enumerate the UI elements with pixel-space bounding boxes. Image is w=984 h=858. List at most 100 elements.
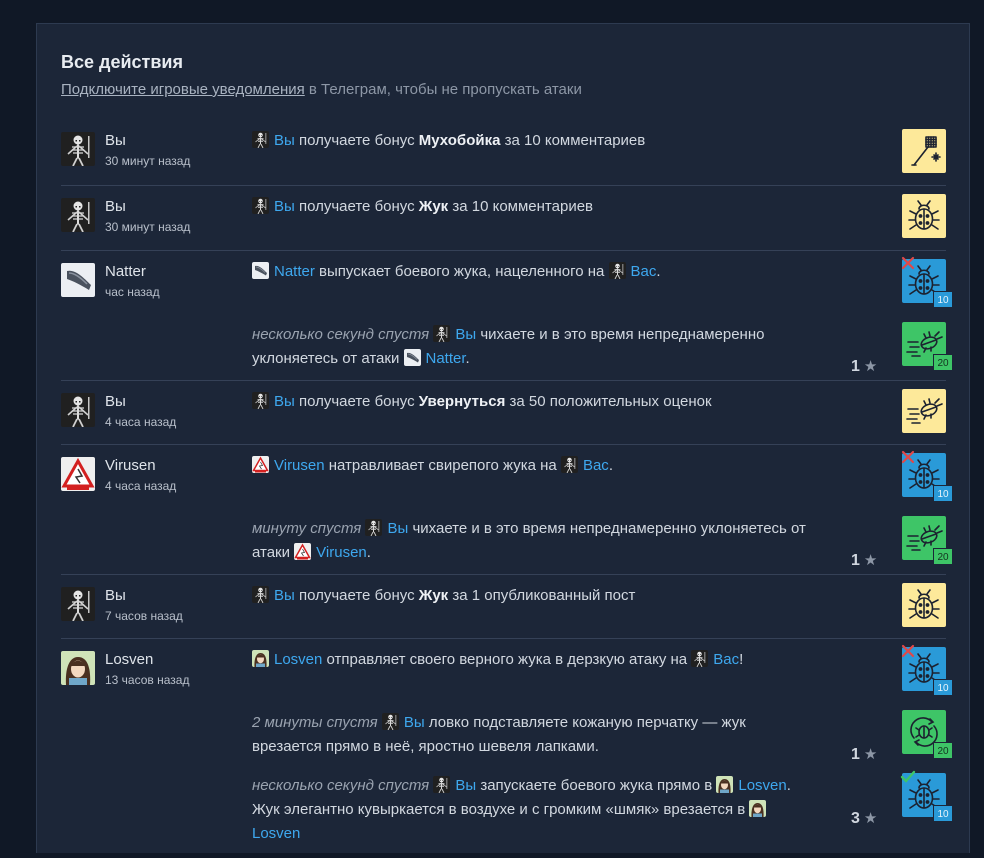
user-name[interactable]: Вы <box>105 393 176 411</box>
count-badge: 10 <box>933 805 953 822</box>
activity-sub-message: несколько секунд спустя Вы чихаете и в э… <box>252 326 765 367</box>
avatar[interactable] <box>61 457 95 491</box>
count-badge: 10 <box>933 485 953 502</box>
failed-x-icon <box>901 450 915 464</box>
dodge-tile[interactable]: 20 <box>902 516 953 565</box>
activity-message: Natter выпускает боевого жука, нацеленно… <box>252 260 812 284</box>
user-link[interactable]: Вы <box>455 326 476 343</box>
rating-score: 1 ★ <box>851 746 878 763</box>
user-link[interactable]: Вы <box>274 393 295 410</box>
user-link[interactable]: Вы <box>274 132 295 149</box>
success-check-icon <box>900 770 916 783</box>
rating-score: 1 ★ <box>851 552 878 569</box>
user-name[interactable]: Вы <box>105 132 190 150</box>
activity-panel: Все действия Подключите игровые уведомле… <box>36 23 970 853</box>
activity-message: Вы получаете бонус Жук за 1 опубликованн… <box>252 584 812 608</box>
avatar[interactable] <box>61 263 95 297</box>
activity-row: Natter час назад Natter выпускает боевог… <box>61 250 953 380</box>
star-icon: ★ <box>863 358 878 375</box>
user-link[interactable]: Вы <box>387 520 408 537</box>
user-name[interactable]: Natter <box>105 263 160 281</box>
panel-header: Все действия Подключите игровые уведомле… <box>61 52 582 98</box>
count-badge: 20 <box>933 354 953 371</box>
avatar[interactable] <box>61 198 95 232</box>
attack-beetle-tile[interactable]: 10 <box>901 256 953 308</box>
user-block: Вы 30 минут назад <box>61 132 190 168</box>
user-link[interactable]: Вы <box>274 587 295 604</box>
star-icon: ★ <box>863 552 878 569</box>
target-link[interactable]: Вас <box>631 263 657 280</box>
user-name[interactable]: Losven <box>105 651 189 669</box>
page-title: Все действия <box>61 52 183 72</box>
activity-row: Вы 7 часов назад Вы получаете бонус Жук … <box>61 574 946 638</box>
timestamp: час назад <box>105 285 160 299</box>
user-block: Natter час назад <box>61 263 160 299</box>
bonus-swatter-tile[interactable] <box>902 129 946 173</box>
attack-beetle-tile[interactable]: 10 <box>900 770 953 822</box>
user-block: Вы 4 часа назад <box>61 393 176 429</box>
user-block: Вы 30 минут назад <box>61 198 190 234</box>
timestamp: 30 минут назад <box>105 220 191 234</box>
activity-row: Virusen 4 часа назад Virusen натравливае… <box>61 444 953 574</box>
user-link[interactable]: Losven <box>274 651 322 668</box>
beetle-icon <box>902 583 946 627</box>
activity-row: Вы 30 минут назад Вы получаете бонус Мух… <box>61 129 946 185</box>
fly-swatter-icon <box>902 129 946 173</box>
user-link[interactable]: Вы <box>274 198 295 215</box>
timestamp: 4 часа назад <box>105 415 177 429</box>
activity-sub-message: минуту спустя Вы чихаете и в это время н… <box>252 520 806 561</box>
activity-sub-message: 2 минуты спустя Вы ловко подставляете ко… <box>252 714 746 755</box>
avatar[interactable] <box>61 393 95 427</box>
user-link[interactable]: Вы <box>404 714 425 731</box>
target-link[interactable]: Virusen <box>316 544 367 561</box>
count-badge: 10 <box>933 679 953 696</box>
user-link[interactable]: Вы <box>455 777 476 794</box>
activity-message: Вы получаете бонус Увернуться за 50 поло… <box>252 390 812 414</box>
fast-beetle-icon <box>902 389 946 433</box>
activity-sub-message: несколько секунд спустя Вы запускаете бо… <box>252 777 791 842</box>
count-badge: 10 <box>933 291 953 308</box>
bonus-dodge-tile[interactable] <box>902 389 946 433</box>
glove-block-tile[interactable]: 20 <box>902 710 953 759</box>
notifications-hint: Подключите игровые уведомления в Телегра… <box>61 81 582 98</box>
failed-x-icon <box>901 256 915 270</box>
count-badge: 20 <box>933 548 953 565</box>
failed-x-icon <box>901 644 915 658</box>
activity-message: Virusen натравливает свирепого жука на В… <box>252 454 812 478</box>
attack-beetle-tile[interactable]: 10 <box>901 450 953 502</box>
avatar[interactable] <box>61 587 95 621</box>
timestamp: 4 часа назад <box>105 479 177 493</box>
count-badge: 20 <box>933 742 953 759</box>
dodge-tile[interactable]: 20 <box>902 322 953 371</box>
timestamp: 13 часов назад <box>105 673 190 687</box>
activity-row: Losven 13 часов назад Losven отправляет … <box>61 638 953 858</box>
avatar[interactable] <box>61 651 95 685</box>
activity-row: Вы 4 часа назад Вы получаете бонус Уверн… <box>61 380 946 444</box>
user-name[interactable]: Вы <box>105 587 183 605</box>
user-name[interactable]: Вы <box>105 198 190 216</box>
user-link[interactable]: Virusen <box>274 457 325 474</box>
user-block: Вы 7 часов назад <box>61 587 183 623</box>
telegram-notifications-link[interactable]: Подключите игровые уведомления <box>61 81 305 98</box>
avatar[interactable] <box>61 132 95 166</box>
target-link[interactable]: Вас <box>583 457 609 474</box>
user-name[interactable]: Virusen <box>105 457 176 475</box>
activity-message: Losven отправляет своего верного жука в … <box>252 648 812 672</box>
timestamp: 7 часов назад <box>105 609 183 623</box>
activity-message: Вы получаете бонус Мухобойка за 10 комме… <box>252 129 812 153</box>
beetle-icon <box>902 194 946 238</box>
attack-beetle-tile[interactable]: 10 <box>901 644 953 696</box>
user-block: Virusen 4 часа назад <box>61 457 176 493</box>
star-icon: ★ <box>863 746 878 763</box>
activity-message: Вы получаете бонус Жук за 10 комментарие… <box>252 195 812 219</box>
target-link[interactable]: Losven <box>738 777 786 794</box>
rating-score: 1 ★ <box>851 358 878 375</box>
bonus-beetle-tile[interactable] <box>902 583 946 627</box>
timestamp: 30 минут назад <box>105 154 191 168</box>
target-link[interactable]: Natter <box>426 350 466 367</box>
bonus-beetle-tile[interactable] <box>902 194 946 238</box>
target-link[interactable]: Вас <box>713 651 739 668</box>
user-block: Losven 13 часов назад <box>61 651 189 687</box>
user-link[interactable]: Natter <box>274 263 315 280</box>
target-link[interactable]: Losven <box>252 825 300 842</box>
